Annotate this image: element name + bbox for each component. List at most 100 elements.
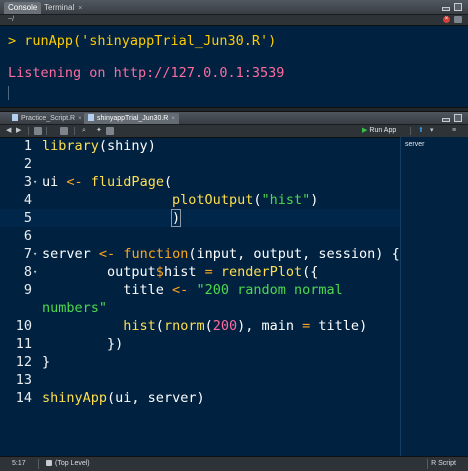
minimize-icon[interactable] — [442, 7, 450, 11]
play-icon: ▶ — [362, 127, 368, 134]
outline-item-server[interactable]: server — [405, 141, 424, 148]
forward-arrow-icon[interactable]: ▶ — [16, 127, 21, 135]
close-icon[interactable]: × — [78, 116, 82, 122]
back-arrow-icon[interactable]: ◀ — [6, 127, 11, 135]
line-number: 9 — [23, 282, 32, 298]
tab-console[interactable]: Console — [4, 2, 42, 14]
maximize-icon[interactable] — [454, 114, 462, 122]
code-text: library(shiny) — [42, 138, 156, 154]
code-text: ) — [42, 209, 182, 227]
code-text: shinyApp(ui, server) — [42, 390, 205, 406]
wand-icon[interactable]: ✦ — [96, 127, 102, 135]
compile-report-icon[interactable] — [106, 127, 114, 135]
editor-pane: Practice_Script.R × shinyappTrial_Jun30.R… — [0, 112, 468, 471]
save-icon[interactable] — [60, 127, 68, 135]
tab-terminal-label: Terminal — [44, 3, 75, 12]
source-icon[interactable] — [34, 127, 42, 135]
working-directory[interactable]: ~/ — [8, 16, 14, 23]
code-text: output$hist = renderPlot({ — [42, 264, 319, 280]
code-text: plotOutput("hist") — [172, 192, 319, 208]
line-number: 12 — [15, 354, 32, 370]
line-number: 14 — [15, 390, 32, 406]
console-cursor — [8, 86, 9, 100]
line-number: 5 — [23, 210, 32, 226]
outline-panel: server — [401, 137, 468, 457]
close-icon[interactable]: × — [78, 5, 82, 12]
code-line: 9 title <- "200 random normal — [0, 281, 400, 299]
code-line-wrapped: numbers" — [0, 299, 400, 317]
code-line: 12} — [0, 353, 400, 371]
code-text: numbers" — [42, 300, 108, 316]
console-pane: Console Terminal × ~/ × > runApp('shinyap… — [0, 0, 468, 107]
line-number: 1 — [23, 138, 32, 154]
code-line: 14 shinyApp(ui, server) — [0, 389, 400, 407]
fold-marker-icon[interactable]: ▾ — [33, 173, 37, 191]
console-pane-controls — [442, 3, 462, 11]
tab-shinyapp-trial[interactable]: shinyappTrial_Jun30.R × — [84, 113, 179, 124]
console-output[interactable]: > runApp('shinyappTrial_Jun30.R') Listen… — [0, 26, 468, 100]
cursor-position: 5:17 — [12, 460, 26, 467]
file-type-selector[interactable]: R Script — [431, 457, 456, 471]
publish-icon[interactable]: ⬆ — [418, 127, 424, 135]
line-number: 8 — [23, 264, 32, 280]
code-editor[interactable]: 1 library(shiny) 2 3 ▾ ui <- fluidPage( 4 p… — [0, 137, 400, 457]
code-line: 1 library(shiny) — [0, 137, 400, 155]
tab-terminal[interactable]: Terminal × — [40, 2, 86, 14]
code-text: ui <- fluidPage( — [42, 174, 173, 190]
toolbar-separator — [410, 127, 411, 135]
search-icon[interactable]: ⌕ — [82, 127, 86, 135]
code-text: }) — [107, 336, 124, 352]
toolbar-separator — [74, 127, 75, 135]
matched-bracket: ) — [171, 209, 182, 227]
chevron-down-icon[interactable]: ▾ — [430, 127, 434, 135]
maximize-icon[interactable] — [454, 3, 462, 11]
code-line: 3 ▾ ui <- fluidPage( — [0, 173, 400, 191]
close-icon[interactable]: × — [171, 116, 175, 122]
status-separator — [427, 459, 428, 469]
code-text: title <- "200 random normal — [42, 282, 343, 298]
editor-tabbar: Practice_Script.R × shinyappTrial_Jun30.R… — [0, 112, 468, 125]
line-number: 10 — [15, 318, 32, 334]
current-code-line: 5 ) — [0, 209, 400, 227]
code-line: 2 — [0, 155, 400, 173]
code-line: 4 plotOutput("hist") — [0, 191, 400, 209]
toolbar-separator — [46, 127, 47, 135]
fold-marker-icon[interactable]: ▾ — [33, 263, 37, 281]
console-path-bar: ~/ × — [0, 15, 468, 26]
run-app-label: Run App — [369, 127, 397, 134]
tab-console-label: Console — [8, 3, 38, 12]
code-text: hist(rnorm(200), main = title) — [123, 318, 368, 334]
code-line: 10 hist(rnorm(200), main = title) — [0, 317, 400, 335]
line-number: 13 — [15, 372, 32, 388]
code-text: } — [42, 354, 51, 370]
code-text: server <- function(input, output, sessio… — [42, 246, 400, 262]
tab-practice-script-label: Practice_Script.R — [21, 115, 76, 122]
code-line: 11 }) — [0, 335, 400, 353]
code-line: 7 ▾ server <- function(input, output, sess… — [0, 245, 400, 263]
line-number: 6 — [23, 228, 32, 244]
options-icon[interactable]: ≡ — [452, 127, 456, 135]
tab-practice-script[interactable]: Practice_Script.R × — [8, 113, 86, 124]
line-number: 2 — [23, 156, 32, 172]
r-file-icon — [12, 114, 18, 121]
toolbar-separator — [28, 127, 29, 135]
fold-marker-icon[interactable]: ▾ — [33, 245, 37, 263]
scope-selector[interactable]: (Top Level) — [46, 457, 90, 471]
editor-status-bar: 5:17 (Top Level) R Script — [0, 456, 468, 471]
clear-console-icon[interactable] — [454, 16, 462, 23]
code-line: 8 ▾ output$hist = renderPlot({ — [0, 263, 400, 281]
line-number: 4 — [23, 192, 32, 208]
minimize-icon[interactable] — [442, 118, 450, 122]
tab-shinyapp-trial-label: shinyappTrial_Jun30.R — [97, 115, 169, 122]
line-number: 11 — [15, 336, 32, 352]
console-output-line: Listening on http://127.0.0.1:3539 — [8, 65, 285, 81]
r-file-icon — [88, 114, 94, 121]
editor-pane-controls — [442, 114, 462, 122]
run-app-button[interactable]: ▶ Run App — [362, 127, 396, 135]
console-tabbar: Console Terminal × — [0, 0, 468, 15]
line-number: 7 — [23, 246, 32, 262]
console-command-line: > runApp('shinyappTrial_Jun30.R') — [8, 33, 277, 49]
stop-icon[interactable]: × — [443, 16, 450, 23]
scope-label: (Top Level) — [55, 460, 90, 467]
code-line: 6 — [0, 227, 400, 245]
